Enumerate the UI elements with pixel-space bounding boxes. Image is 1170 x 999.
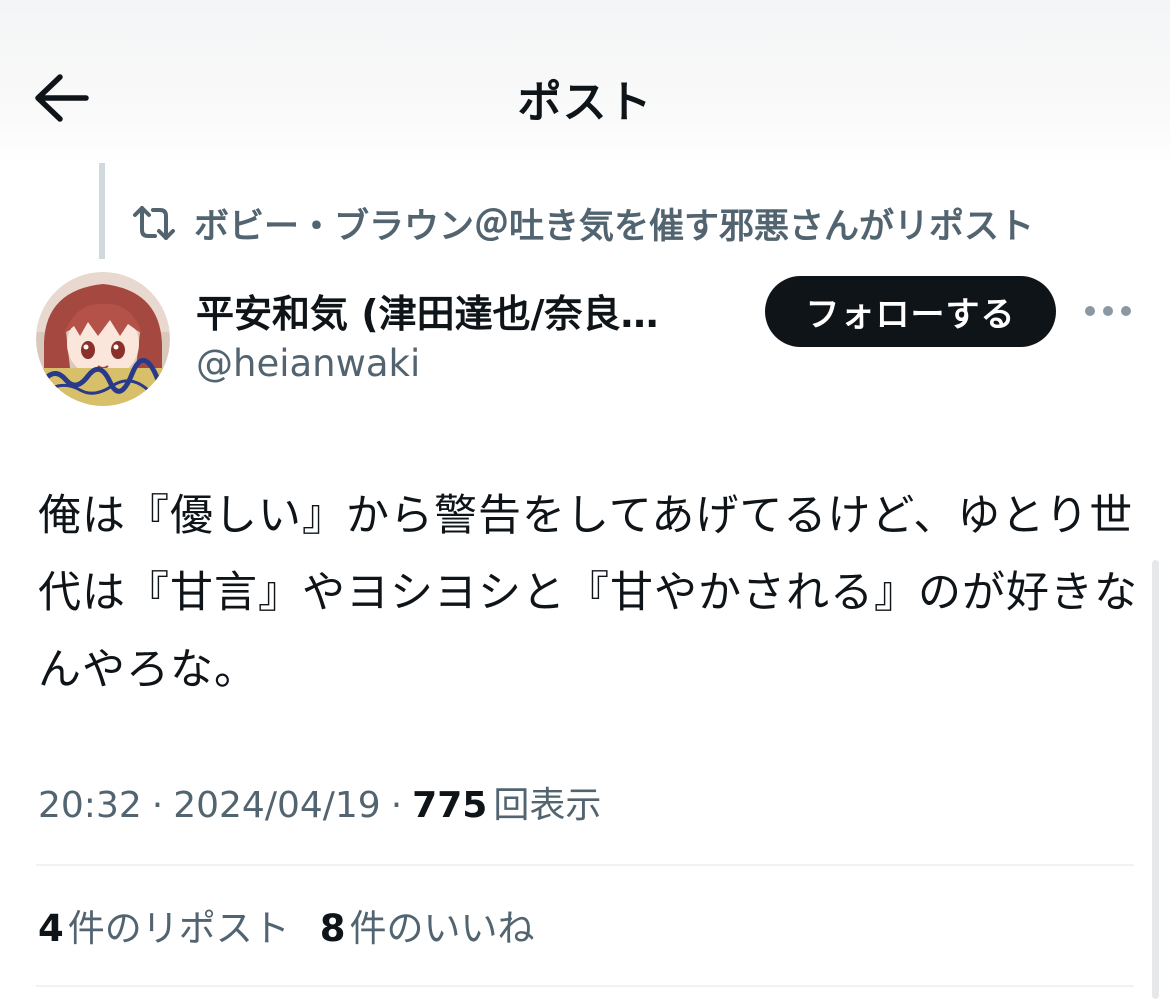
- author-display-name[interactable]: 平安和気 (津田達也/奈良…: [196, 283, 716, 338]
- repost-context-text: ボビー・ブラウン＠吐き気を催す邪悪さんがリポスト: [194, 206, 1035, 247]
- tweet-meta: 20:32 · 2024/04/19 · 775 回表示: [38, 776, 601, 830]
- repost-context[interactable]: ボビー・ブラウン＠吐き気を催す邪悪さんがリポスト: [132, 198, 1034, 248]
- tweet-text: 俺は『優しい』から警告をしてあげてるけど、ゆとり世代は『甘言』やヨシヨシと『甘や…: [38, 491, 1138, 695]
- repost-icon: [133, 206, 175, 240]
- reposts-stat[interactable]: 4 件のリポスト: [38, 898, 290, 952]
- tweet-date[interactable]: 2024/04/19: [173, 785, 381, 826]
- likes-label: 件のいいね: [349, 907, 535, 950]
- follow-button[interactable]: フォローする: [765, 276, 1056, 347]
- scrollbar[interactable]: [1152, 560, 1159, 999]
- post-detail-screen: ポスト ボビー・ブラウン＠吐き気を催す邪悪さんがリポスト 平安和気 (津田達也/…: [0, 0, 1170, 999]
- divider: [36, 864, 1134, 866]
- views-count: 775: [412, 785, 488, 826]
- views-label: 回表示: [493, 785, 602, 826]
- engagement-stats: 4 件のリポスト 8 件のいいね: [38, 898, 535, 952]
- page-title: ポスト: [517, 77, 653, 128]
- reposts-label: 件のリポスト: [67, 907, 290, 950]
- more-options-button[interactable]: [1083, 296, 1133, 326]
- avatar-image: [36, 272, 170, 406]
- thread-line: [99, 163, 105, 259]
- reposts-count: 4: [38, 907, 64, 950]
- likes-count: 8: [319, 907, 346, 950]
- tweet-time[interactable]: 20:32: [38, 785, 142, 826]
- likes-stat[interactable]: 8 件のいいね: [320, 898, 535, 952]
- top-bar: ポスト: [0, 0, 1170, 165]
- meta-separator: ·: [390, 785, 403, 826]
- avatar[interactable]: [36, 272, 170, 406]
- author-handle[interactable]: @heianwaki: [196, 342, 420, 385]
- divider: [36, 985, 1134, 987]
- meta-separator: ·: [151, 785, 164, 826]
- more-horizontal-icon: [1085, 306, 1131, 316]
